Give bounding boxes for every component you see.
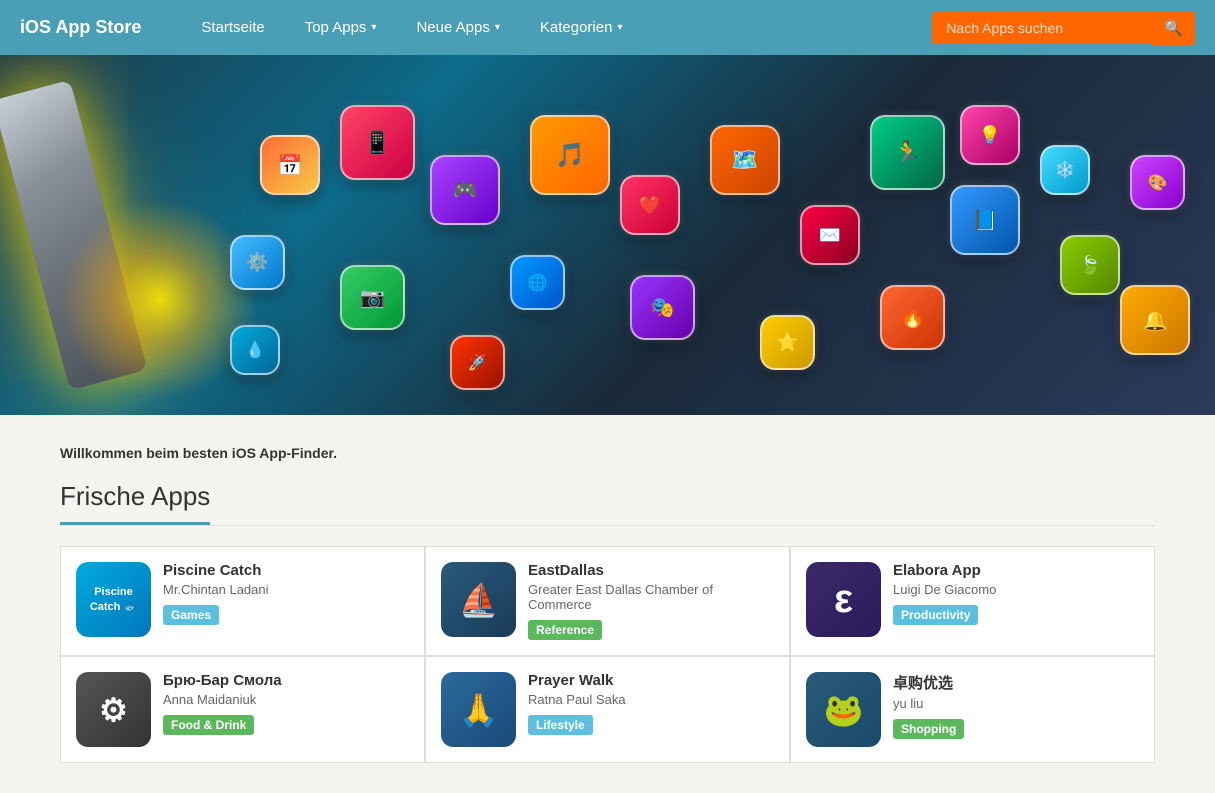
floating-icon-5: 🎵	[530, 115, 610, 195]
floating-icon-15: 💡	[960, 105, 1020, 165]
app-icon-1: ⛵	[441, 562, 516, 637]
floating-icon-2: 📱	[340, 105, 415, 180]
app-card-4[interactable]: 🙏 Prayer Walk Ratna Paul Saka Lifestyle	[426, 657, 789, 762]
kategorien-caret-icon: ▾	[617, 22, 622, 33]
app-grid: Piscine Catch 🐟 Piscine Catch Mr.Chintan L…	[60, 546, 1155, 763]
app-name-1: EastDallas	[528, 562, 774, 579]
floating-icon-4: 🎮	[430, 155, 500, 225]
nav-links: Startseite Top Apps ▾ Neue Apps ▾ Katego…	[181, 0, 932, 55]
app-author-2: Luigi De Giacomo	[893, 582, 1139, 597]
search-input[interactable]	[932, 12, 1152, 44]
search-icon: 🔍	[1164, 20, 1183, 37]
app-name-0: Piscine Catch	[163, 562, 409, 579]
app-info-5: 卓购优选 yu liu Shopping	[893, 672, 1139, 739]
floating-icon-14: 📘	[950, 185, 1020, 255]
app-category-1[interactable]: Reference	[528, 620, 602, 640]
welcome-text: Willkommen beim besten iOS App-Finder.	[60, 445, 1155, 461]
app-name-3: Брю-Бар Смола	[163, 672, 409, 689]
floating-icons-container: 📅 📱 ⚙️ 🎮 🎵 📷 ❤️ 🌐 🗺️ 🎭 ✉️ 🏃 ⭐ 📘 💡 ❄️ 🔥 🍃…	[180, 55, 1215, 415]
app-info-1: EastDallas Greater East Dallas Chamber of…	[528, 562, 774, 640]
floating-icon-12: 🏃	[870, 115, 945, 190]
app-icon-5: 🐸	[806, 672, 881, 747]
app-category-3[interactable]: Food & Drink	[163, 715, 254, 735]
floating-icon-17: 🔥	[880, 285, 945, 350]
neue-apps-caret-icon: ▾	[495, 22, 500, 33]
search-button[interactable]: 🔍	[1152, 11, 1195, 45]
floating-icon-11: ✉️	[800, 205, 860, 265]
floating-icon-1: 📅	[260, 135, 320, 195]
app-info-4: Prayer Walk Ratna Paul Saka Lifestyle	[528, 672, 774, 735]
app-icon-3: ⚙	[76, 672, 151, 747]
floating-icon-9: 🗺️	[710, 125, 780, 195]
floating-icon-7: ❤️	[620, 175, 680, 235]
top-apps-caret-icon: ▾	[371, 22, 376, 33]
app-author-5: yu liu	[893, 696, 1139, 711]
floating-icon-22: 🚀	[450, 335, 505, 390]
app-name-4: Prayer Walk	[528, 672, 774, 689]
nav-top-apps[interactable]: Top Apps ▾	[285, 0, 397, 55]
app-author-1: Greater East Dallas Chamber of Commerce	[528, 582, 774, 612]
app-author-0: Mr.Chintan Ladani	[163, 582, 409, 597]
hero-phone	[0, 55, 200, 415]
hero-banner: 📅 📱 ⚙️ 🎮 🎵 📷 ❤️ 🌐 🗺️ 🎭 ✉️ 🏃 ⭐ 📘 💡 ❄️ 🔥 🍃…	[0, 55, 1215, 415]
floating-icon-3: ⚙️	[230, 235, 285, 290]
app-icon-2: ε	[806, 562, 881, 637]
app-author-4: Ratna Paul Saka	[528, 692, 774, 707]
nav-neue-apps[interactable]: Neue Apps ▾	[396, 0, 519, 55]
floating-icon-8: 🌐	[510, 255, 565, 310]
app-author-3: Anna Maidaniuk	[163, 692, 409, 707]
app-info-2: Elabora App Luigi De Giacomo Productivity	[893, 562, 1139, 625]
section-title: Frische Apps	[60, 481, 210, 525]
app-category-0[interactable]: Games	[163, 605, 219, 625]
floating-icon-16: ❄️	[1040, 145, 1090, 195]
app-category-4[interactable]: Lifestyle	[528, 715, 593, 735]
app-icon-4: 🙏	[441, 672, 516, 747]
app-icon-0: Piscine Catch 🐟	[76, 562, 151, 637]
search-form: 🔍	[932, 11, 1195, 45]
main-content: Willkommen beim besten iOS App-Finder. F…	[0, 415, 1215, 793]
app-card-3[interactable]: ⚙ Брю-Бар Смола Anna Maidaniuk Food & Drink	[61, 657, 424, 762]
nav-kategorien[interactable]: Kategorien ▾	[520, 0, 643, 55]
floating-icon-18: 🍃	[1060, 235, 1120, 295]
app-card-0[interactable]: Piscine Catch 🐟 Piscine Catch Mr.Chintan L…	[61, 547, 424, 655]
nav-startseite[interactable]: Startseite	[181, 0, 284, 55]
floating-icon-21: 💧	[230, 325, 280, 375]
floating-icon-13: ⭐	[760, 315, 815, 370]
section-divider	[60, 525, 1155, 526]
floating-icon-20: 🔔	[1120, 285, 1190, 355]
navbar: iOS App Store Startseite Top Apps ▾ Neue…	[0, 0, 1215, 55]
app-info-3: Брю-Бар Смола Anna Maidaniuk Food & Drink	[163, 672, 409, 735]
brand-logo: iOS App Store	[20, 17, 141, 38]
floating-icon-6: 📷	[340, 265, 405, 330]
app-name-2: Elabora App	[893, 562, 1139, 579]
floating-icon-19: 🎨	[1130, 155, 1185, 210]
app-info-0: Piscine Catch Mr.Chintan Ladani Games	[163, 562, 409, 625]
app-card-2[interactable]: ε Elabora App Luigi De Giacomo Productivity	[791, 547, 1154, 655]
app-category-5[interactable]: Shopping	[893, 719, 964, 739]
floating-icon-10: 🎭	[630, 275, 695, 340]
app-card-1[interactable]: ⛵ EastDallas Greater East Dallas Chamber o…	[426, 547, 789, 655]
app-category-2[interactable]: Productivity	[893, 605, 978, 625]
app-card-5[interactable]: 🐸 卓购优选 yu liu Shopping	[791, 657, 1154, 762]
app-name-5: 卓购优选	[893, 672, 1139, 693]
